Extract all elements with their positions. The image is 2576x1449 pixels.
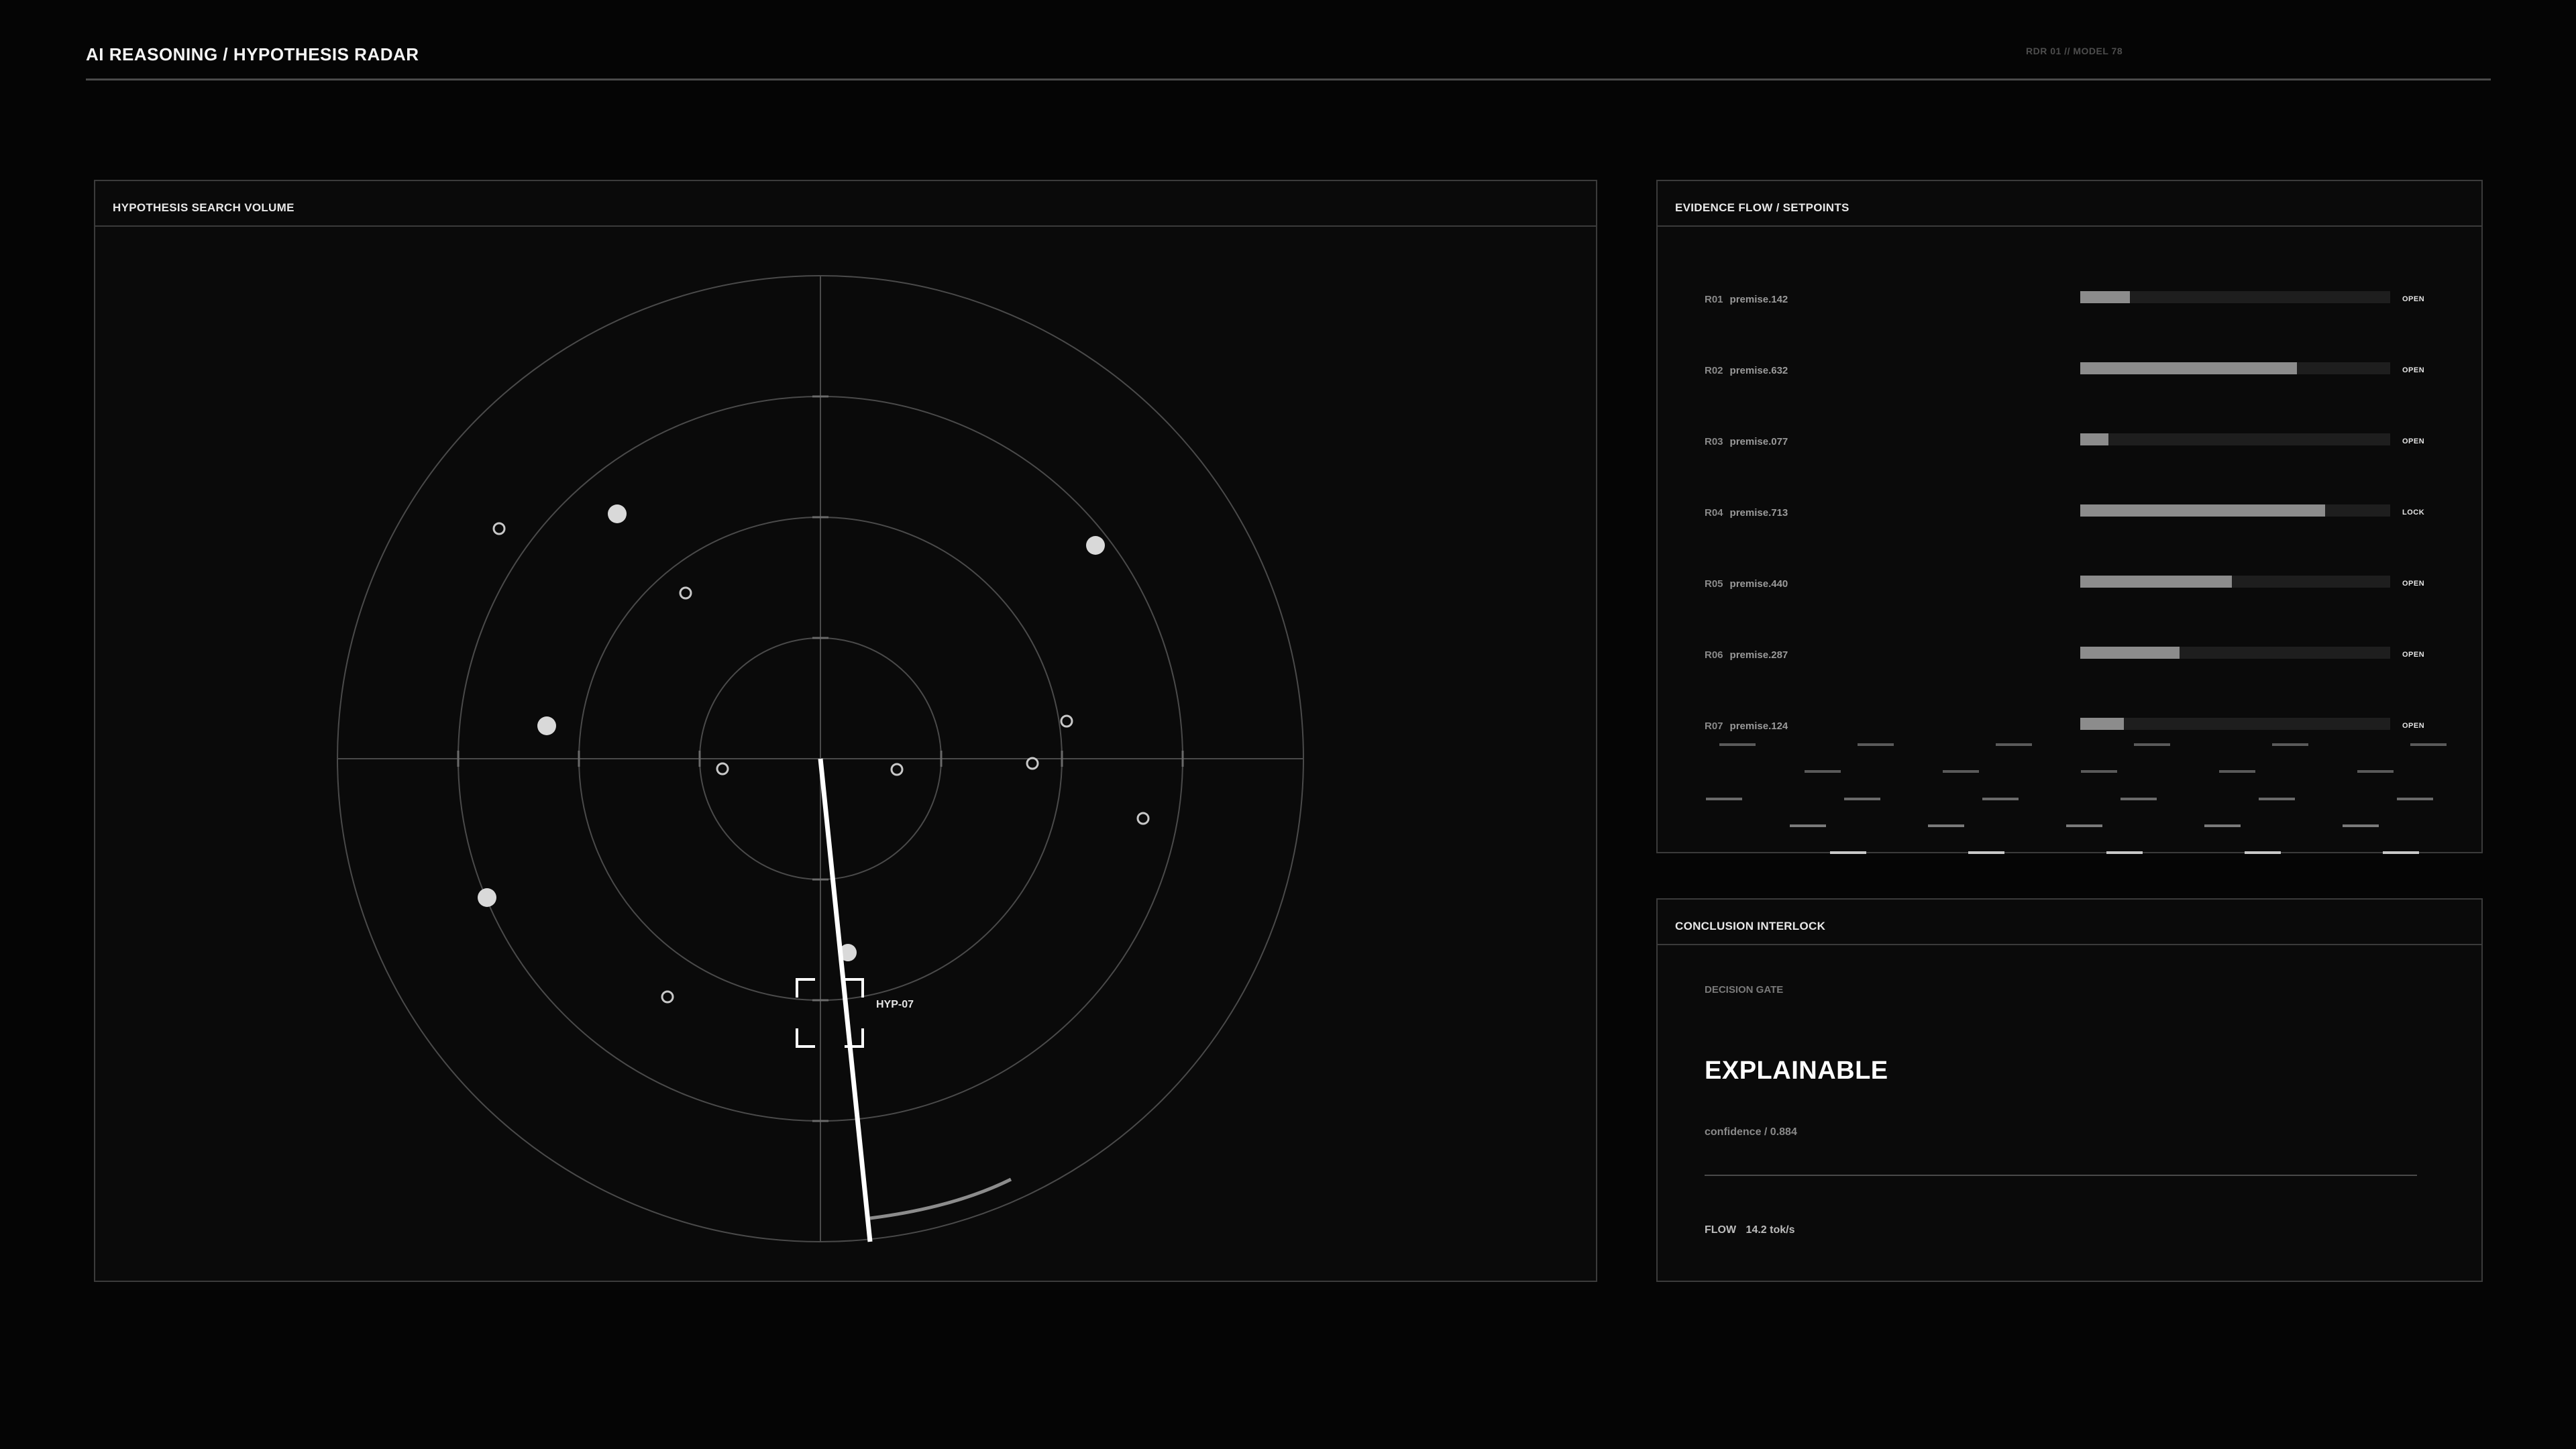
evidence-row-status: OPEN xyxy=(2402,366,2425,374)
target-bracket[interactable] xyxy=(796,978,864,1048)
evidence-row-label: R06 premise.287 xyxy=(1705,649,1788,661)
evidence-row-label: R03 premise.077 xyxy=(1705,436,1788,447)
decision-gate-label: DECISION GATE xyxy=(1705,984,1784,996)
evidence-row-status: OPEN xyxy=(2402,437,2425,445)
setpoint-bar[interactable] xyxy=(2080,576,2390,588)
evidence-row-id: R05 xyxy=(1705,578,1723,590)
evidence-row[interactable]: R03 premise.077 OPEN xyxy=(1658,433,2484,463)
evidence-row-status: LOCK xyxy=(2402,508,2425,517)
evidence-row-label: R04 premise.713 xyxy=(1705,507,1788,519)
setpoint-bar[interactable] xyxy=(2080,362,2390,374)
contact-marker-hollow[interactable] xyxy=(1026,757,1039,770)
divider xyxy=(1705,1175,2417,1176)
evidence-row-status: OPEN xyxy=(2402,651,2425,659)
evidence-row[interactable]: R07 premise.124 OPEN xyxy=(1658,718,2484,747)
radar-display[interactable]: HYP-07 xyxy=(95,181,1599,1283)
contact-marker[interactable] xyxy=(608,504,627,523)
confidence-readout: confidence / 0.884 xyxy=(1705,1126,1797,1138)
conclusion-panel-title: CONCLUSION INTERLOCK xyxy=(1675,920,1826,932)
evidence-row-label: R01 premise.142 xyxy=(1705,294,1788,305)
contact-marker-hollow[interactable] xyxy=(716,762,729,775)
target-label: HYP-07 xyxy=(876,999,914,1010)
setpoint-bar[interactable] xyxy=(2080,291,2390,303)
evidence-row-name: premise.142 xyxy=(1729,294,1788,305)
setpoint-bar-fill xyxy=(2080,362,2298,374)
setpoint-bar-fill xyxy=(2080,504,2325,517)
flow-label: FLOW xyxy=(1705,1224,1737,1236)
sweep-trail xyxy=(869,1177,1012,1220)
evidence-row-id: R03 xyxy=(1705,436,1723,447)
evidence-row-status: OPEN xyxy=(2402,722,2425,730)
evidence-row-id: R06 xyxy=(1705,649,1723,661)
setpoint-bar[interactable] xyxy=(2080,433,2390,445)
conclusion-panel: CONCLUSION INTERLOCK DECISION GATE EXPLA… xyxy=(1656,898,2483,1282)
flow-value: 14.2 tok/s xyxy=(1746,1224,1795,1236)
evidence-row[interactable]: R01 premise.142 OPEN xyxy=(1658,291,2484,321)
evidence-row-name: premise.440 xyxy=(1729,578,1788,590)
evidence-row-name: premise.077 xyxy=(1729,436,1788,447)
evidence-panel: EVIDENCE FLOW / SETPOINTS R01 premise.142… xyxy=(1656,180,2484,854)
contact-marker-hollow[interactable] xyxy=(890,763,904,776)
evidence-row-name: premise.632 xyxy=(1729,365,1788,376)
evidence-row-label: R05 premise.440 xyxy=(1705,578,1788,590)
contact-marker-hollow[interactable] xyxy=(492,522,506,535)
setpoint-bar-fill xyxy=(2080,647,2180,659)
contact-marker-hollow[interactable] xyxy=(679,586,692,600)
setpoint-bar-fill xyxy=(2080,718,2124,730)
flow-readout: FLOW 14.2 tok/s xyxy=(1705,1224,1794,1236)
evidence-row-status: OPEN xyxy=(2402,580,2425,588)
evidence-row-label: R07 premise.124 xyxy=(1705,720,1788,732)
evidence-row-id: R01 xyxy=(1705,294,1723,305)
setpoint-bar-fill xyxy=(2080,291,2130,303)
evidence-row-id: R07 xyxy=(1705,720,1723,732)
setpoint-bar[interactable] xyxy=(2080,718,2390,730)
setpoint-bar[interactable] xyxy=(2080,504,2390,517)
evidence-row[interactable]: R02 premise.632 OPEN xyxy=(1658,362,2484,392)
contact-marker-hollow[interactable] xyxy=(1136,812,1150,825)
evidence-row[interactable]: R04 premise.713 LOCK xyxy=(1658,504,2484,534)
device-id: RDR 01 // MODEL 78 xyxy=(2026,46,2123,56)
evidence-row-name: premise.124 xyxy=(1729,720,1788,732)
conclusion-panel-header: CONCLUSION INTERLOCK xyxy=(1658,900,2481,945)
evidence-row[interactable]: R06 premise.287 OPEN xyxy=(1658,647,2484,676)
app-title: AI REASONING / HYPOTHESIS RADAR xyxy=(86,44,419,64)
radar-panel: HYPOTHESIS SEARCH VOLUME HYP-07 xyxy=(94,180,1597,1282)
contact-marker-hollow[interactable] xyxy=(661,990,674,1004)
evidence-row-id: R04 xyxy=(1705,507,1723,519)
evidence-row[interactable]: R05 premise.440 OPEN xyxy=(1658,576,2484,605)
contact-marker[interactable] xyxy=(537,716,556,735)
evidence-row-name: premise.287 xyxy=(1729,649,1788,661)
contact-marker-hollow[interactable] xyxy=(1060,714,1073,728)
contact-marker[interactable] xyxy=(1086,536,1105,555)
evidence-row-status: OPEN xyxy=(2402,295,2425,303)
contact-marker[interactable] xyxy=(478,888,496,907)
decision-gate-value: EXPLAINABLE xyxy=(1705,1057,1888,1085)
setpoint-bar-fill xyxy=(2080,433,2108,445)
app-header: AI REASONING / HYPOTHESIS RADAR RDR 01 /… xyxy=(86,40,2491,80)
setpoint-bar[interactable] xyxy=(2080,647,2390,659)
evidence-row-id: R02 xyxy=(1705,365,1723,376)
evidence-row-label: R02 premise.632 xyxy=(1705,365,1788,376)
setpoint-bar-fill xyxy=(2080,576,2233,588)
evidence-row-name: premise.713 xyxy=(1729,507,1788,519)
